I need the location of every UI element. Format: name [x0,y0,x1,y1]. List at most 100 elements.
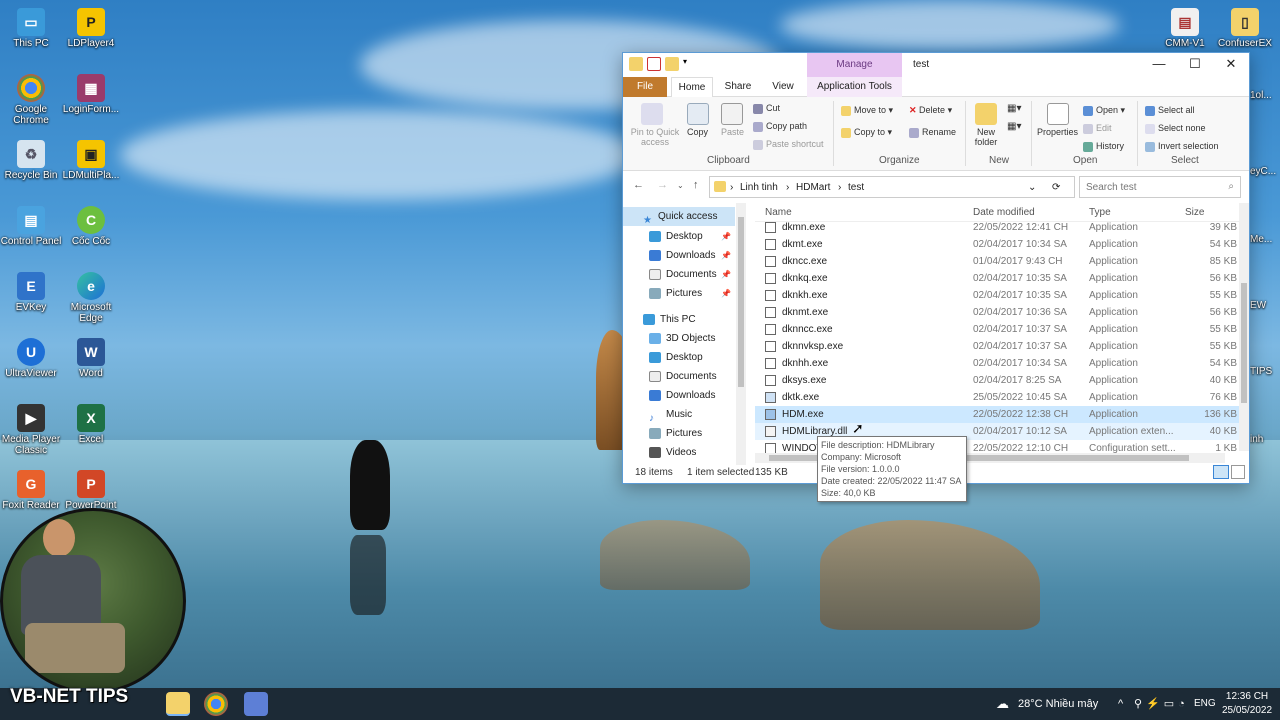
file-row[interactable]: dksys.exe 02/04/2017 8:25 SA Application 40… [755,372,1239,389]
nav-quick-downloads[interactable]: Downloads 📌 [623,246,735,265]
file-row[interactable]: dkmt.exe 02/04/2017 10:34 SA Application 54… [755,236,1239,253]
recent-locations-button[interactable]: ⌄ [677,181,684,190]
file-row[interactable]: dknkq.exe 02/04/2017 10:35 SA Application 5… [755,270,1239,287]
file-row[interactable]: dktk.exe 25/05/2022 10:45 SA Application 76… [755,389,1239,406]
tab-home[interactable]: Home [671,77,713,97]
desktop-icon-partial[interactable]: eyC... [1250,166,1280,177]
column-header-type[interactable]: Type [1089,207,1111,218]
clock[interactable]: 12:36 CH 25/05/2022 [1222,688,1272,720]
file-row[interactable]: dknhh.exe 02/04/2017 10:34 SA Application 5… [755,355,1239,372]
file-row-selected[interactable]: HDM.exe 22/05/2022 12:38 CH Application 136… [755,406,1239,423]
weather-widget[interactable]: 28°C Nhiều mây [1018,688,1098,720]
edit-button[interactable]: Edit [1083,123,1112,134]
desktop-icon-powerpoint[interactable]: P PowerPoint [60,470,122,511]
desktop-icon-ldmultiplayer[interactable]: ▣ LDMultiPla... [60,140,122,181]
address-bar[interactable]: › Linh tinh › HDMart › test ⌄ ⟳ [709,176,1075,198]
desktop-icon-chrome[interactable]: Google Chrome [0,74,62,126]
up-button[interactable]: ↑ [693,179,699,191]
properties-icon[interactable] [647,57,661,71]
nav-desktop[interactable]: Desktop [623,348,735,367]
move-to-button[interactable]: Move to ▾ [841,105,893,116]
desktop-icon-evkey[interactable]: E EVKey [0,272,62,313]
desktop-icon-coccoc[interactable]: C Cốc Cốc [60,206,122,247]
taskbar[interactable]: ☁ 28°C Nhiều mây ^ ⚲⚡▭◔ ENG 12:36 CH 25/… [0,688,1280,720]
desktop-icon-edge[interactable]: e Microsoft Edge [60,272,122,324]
column-header-name[interactable]: Name [765,207,792,218]
desktop-icon-control-panel[interactable]: ▤ Control Panel [0,206,62,247]
desktop-icon-ultraviewer[interactable]: U UltraViewer [0,338,62,379]
language-indicator[interactable]: ENG [1194,688,1216,720]
manage-tab[interactable]: Manage [807,53,902,77]
file-row[interactable]: dkncc.exe 01/04/2017 9:43 CH Application 85… [755,253,1239,270]
desktop-icon-foxit[interactable]: G Foxit Reader [0,470,62,511]
tab-application-tools[interactable]: Application Tools [807,77,902,97]
paste-shortcut-button[interactable]: Paste shortcut [753,139,824,150]
easy-access-icon[interactable]: ▦▾ [1007,121,1021,132]
select-none-button[interactable]: Select none [1145,123,1206,134]
properties-button[interactable]: Properties [1037,127,1078,137]
large-icons-view-icon[interactable] [1231,465,1245,479]
column-header-date[interactable]: Date modified [973,207,1035,218]
new-item-icon[interactable]: ▦▾ [1007,103,1021,114]
file-list-scrollbar[interactable] [1239,203,1249,451]
file-list[interactable]: Name ^ Date modified Type Size dkmn.exe 2… [755,203,1239,465]
nav-quick-pictures[interactable]: Pictures 📌 [623,284,735,303]
nav-documents[interactable]: Documents [623,367,735,386]
copy-path-button[interactable]: Copy path [753,121,807,132]
nav-scrollbar[interactable] [736,203,746,465]
nav-downloads[interactable]: Downloads [623,386,735,405]
desktop-icon-word[interactable]: W Word [60,338,122,379]
new-folder-icon[interactable] [665,57,679,71]
desktop-icon-confuserex[interactable]: ▯ ConfuserEX [1214,8,1276,49]
file-row[interactable]: dknnvksp.exe 02/04/2017 10:37 SA Applicati… [755,338,1239,355]
tab-file[interactable]: File [623,77,667,97]
new-folder-button[interactable]: New folder [969,127,1003,147]
breadcrumb-hdmart[interactable]: HDMart [796,182,830,193]
title-bar[interactable]: ▾ Manage test — ☐ ✕ [623,53,1249,77]
nav-quick-documents[interactable]: Documents 📌 [623,265,735,284]
nav-videos[interactable]: Videos [623,443,735,462]
chevron-down-icon[interactable]: ▾ [683,57,691,71]
file-explorer-taskbar-icon[interactable] [166,692,190,716]
desktop-icon-partial[interactable]: inh [1250,434,1280,445]
back-button[interactable]: ← [633,179,644,191]
desktop-icon-loginform[interactable]: ▦ LoginForm... [60,74,122,115]
history-button[interactable]: History [1083,141,1124,152]
chevron-down-icon[interactable]: ⌄ [1028,182,1036,193]
refresh-icon[interactable]: ⟳ [1052,182,1060,193]
desktop-icon-recycle-bin[interactable]: ♻ Recycle Bin [0,140,62,181]
breadcrumb-test[interactable]: test [848,182,864,193]
file-row[interactable]: dknmt.exe 02/04/2017 10:36 SA Application 5… [755,304,1239,321]
rename-button[interactable]: Rename [909,127,956,138]
breadcrumb-linh-tinh[interactable]: Linh tinh [740,182,778,193]
details-view-icon[interactable] [1213,465,1229,479]
nav-quick-access[interactable]: ★ Quick access [623,207,735,226]
file-row[interactable]: dknncc.exe 02/04/2017 10:37 SA Application… [755,321,1239,338]
column-header-size[interactable]: Size [1185,207,1204,218]
file-row[interactable]: dkmn.exe 22/05/2022 12:41 CH Application 39… [755,219,1239,236]
desktop-icon-ldplayer[interactable]: P LDPlayer4 [60,8,122,49]
file-row[interactable]: dknkh.exe 02/04/2017 10:35 SA Application 5… [755,287,1239,304]
invert-selection-button[interactable]: Invert selection [1145,141,1219,152]
tray-icons[interactable]: ⚲⚡▭◔ [1134,688,1189,720]
delete-button[interactable]: ✕ Delete ▾ [909,105,952,116]
desktop-icon-this-pc[interactable]: ▭ This PC [0,8,62,49]
chrome-taskbar-icon[interactable] [204,692,228,716]
pin-to-quick-access-button[interactable]: Pin to Quick access [627,127,683,147]
nav-this-pc[interactable]: This PC [623,310,735,329]
minimize-button[interactable]: — [1141,53,1177,77]
nav-scrollbar-thumb[interactable] [738,217,744,387]
desktop-icon-partial[interactable]: EW [1250,300,1280,311]
close-button[interactable]: ✕ [1213,53,1249,77]
paste-button[interactable]: Paste [721,127,744,137]
desktop-icon-excel[interactable]: X Excel [60,404,122,445]
tab-view[interactable]: View [763,77,803,97]
desktop-icon-media-player[interactable]: ▶ Media Player Classic [0,404,62,456]
app-taskbar-icon[interactable] [244,692,268,716]
file-list-scrollbar-thumb[interactable] [1241,283,1247,403]
copy-button[interactable]: Copy [687,127,708,137]
desktop-icon-cmm[interactable]: ▤ CMM-V1 [1154,8,1216,49]
select-all-button[interactable]: Select all [1145,105,1195,116]
desktop-icon-partial[interactable]: TIPS [1250,366,1280,377]
tray-chevron-icon[interactable]: ^ [1118,688,1123,720]
